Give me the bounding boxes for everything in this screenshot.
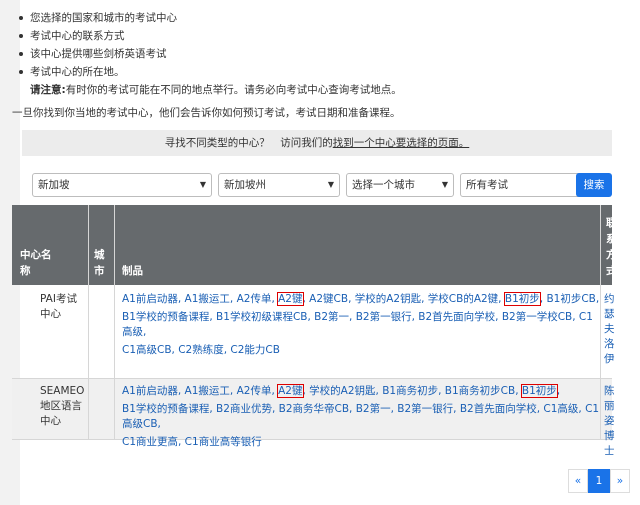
pagination-next[interactable]: » xyxy=(610,469,630,493)
intro-text: 一旦你找到你当地的考试中心，他们会告诉你如何预订考试，考试日期和准备课程。 xyxy=(12,107,401,119)
contact-link[interactable]: 陈丽姿博士 xyxy=(604,384,618,459)
table-row-products: A1前启动器, A1搬运工, A2传单, A2键, A2键CB, 学校的A2钥匙… xyxy=(122,292,600,358)
table-row-name: PAI考试中心 xyxy=(40,293,77,320)
product-link[interactable]: , 学校的A2钥匙, B1商务初步, B1商务初步CB, xyxy=(303,385,522,397)
list-item: 该中心提供哪些剑桥英语考试 xyxy=(19,45,402,63)
country-select-value: 新加坡 xyxy=(38,179,70,191)
info-list: 您选择的国家和城市的考试中心 考试中心的联系方式 该中心提供哪些剑桥英语考试 考… xyxy=(19,9,402,99)
city-select-value: 选择一个城市 xyxy=(352,179,415,191)
products-line: A1前启动器, A1搬运工, A2传单, A2键, A2键CB, 学校的A2钥匙… xyxy=(122,292,600,307)
header-contact: 联系方式 xyxy=(606,217,617,277)
contact-link[interactable]: 约瑟夫洛伊 xyxy=(604,292,618,367)
products-line: A1前启动器, A1搬运工, A2传单, A2键, 学校的A2钥匙, B1商务初… xyxy=(122,384,600,399)
column-divider xyxy=(88,205,89,439)
column-divider xyxy=(114,205,115,439)
exam-select[interactable]: 所有考试 ▼ xyxy=(460,173,590,197)
products-line[interactable]: C1商业更高, C1商业高等银行 xyxy=(122,435,600,450)
chevron-down-icon: ▼ xyxy=(441,180,448,189)
product-link[interactable]: , A2键CB, 学校的A2钥匙, 学校CB的A2键, xyxy=(303,293,505,305)
note-label: 请注意: xyxy=(30,84,66,96)
header-name: 中心名称 xyxy=(20,249,52,277)
product-link[interactable]: A1前启动器, A1搬运工, A2传单, xyxy=(122,385,278,397)
region-select[interactable]: 新加坡州 ▼ xyxy=(218,173,340,197)
region-select-value: 新加坡州 xyxy=(224,179,266,191)
products-line[interactable]: C1高级CB, C2熟练度, C2能力CB xyxy=(122,343,600,358)
country-select[interactable]: 新加坡 ▼ xyxy=(32,173,212,197)
product-link-highlighted[interactable]: B1初步 xyxy=(520,384,558,398)
product-link[interactable]: A1前启动器, A1搬运工, A2传单, xyxy=(122,293,278,305)
city-select[interactable]: 选择一个城市 ▼ xyxy=(346,173,454,197)
column-divider xyxy=(600,205,601,439)
product-link-highlighted[interactable]: A2键 xyxy=(277,384,304,398)
note: 请注意:有时你的考试可能在不同的地点举行。请务必向考试中心查询考试地点。 xyxy=(30,81,402,99)
table-header: 中心名称 城市 制品 联系方式 xyxy=(12,205,617,285)
banner-prefix: 寻找不同类型的中心？ 访问我们的 xyxy=(164,137,333,149)
list-item: 考试中心的所在地。 请注意:有时你的考试可能在不同的地点举行。请务必向考试中心查… xyxy=(19,63,402,99)
header-products: 制品 xyxy=(122,265,143,277)
list-item: 考试中心的联系方式 xyxy=(19,27,402,45)
exam-select-value: 所有考试 xyxy=(466,179,508,191)
product-link[interactable]: , xyxy=(557,385,560,397)
product-link[interactable]: , B1初步CB, xyxy=(540,293,599,305)
product-link-highlighted[interactable]: B1初步 xyxy=(503,292,541,306)
header-city: 城市 xyxy=(94,249,105,277)
note-text: 有时你的考试可能在不同的地点举行。请务必向考试中心查询考试地点。 xyxy=(65,84,402,96)
product-link-highlighted[interactable]: A2键 xyxy=(277,292,304,306)
row-divider xyxy=(12,378,612,379)
pagination-page[interactable]: 1 xyxy=(588,469,610,493)
chevron-down-icon: ▼ xyxy=(327,180,334,189)
banner: 寻找不同类型的中心？ 访问我们的找到一个中心要选择的页面。 xyxy=(22,130,612,156)
products-line[interactable]: B1学校的预备课程, B2商业优势, B2商务华帝CB, B2第一, B2第一银… xyxy=(122,402,600,432)
search-button[interactable]: 搜索 xyxy=(576,173,612,197)
table-row-products: A1前启动器, A1搬运工, A2传单, A2键, 学校的A2钥匙, B1商务初… xyxy=(122,384,600,450)
chevron-down-icon: ▼ xyxy=(199,180,206,189)
list-item-text: 考试中心的所在地。 xyxy=(30,66,125,78)
pagination-prev[interactable]: « xyxy=(568,469,588,493)
table-row-name: SEAMEO地区语言中心 xyxy=(40,385,85,427)
products-line[interactable]: B1学校的预备课程, B1学校初级课程CB, B2第一, B2第一银行, B2首… xyxy=(122,310,600,340)
find-centre-link[interactable]: 找到一个中心要选择的页面。 xyxy=(333,137,470,149)
list-item: 您选择的国家和城市的考试中心 xyxy=(19,9,402,27)
